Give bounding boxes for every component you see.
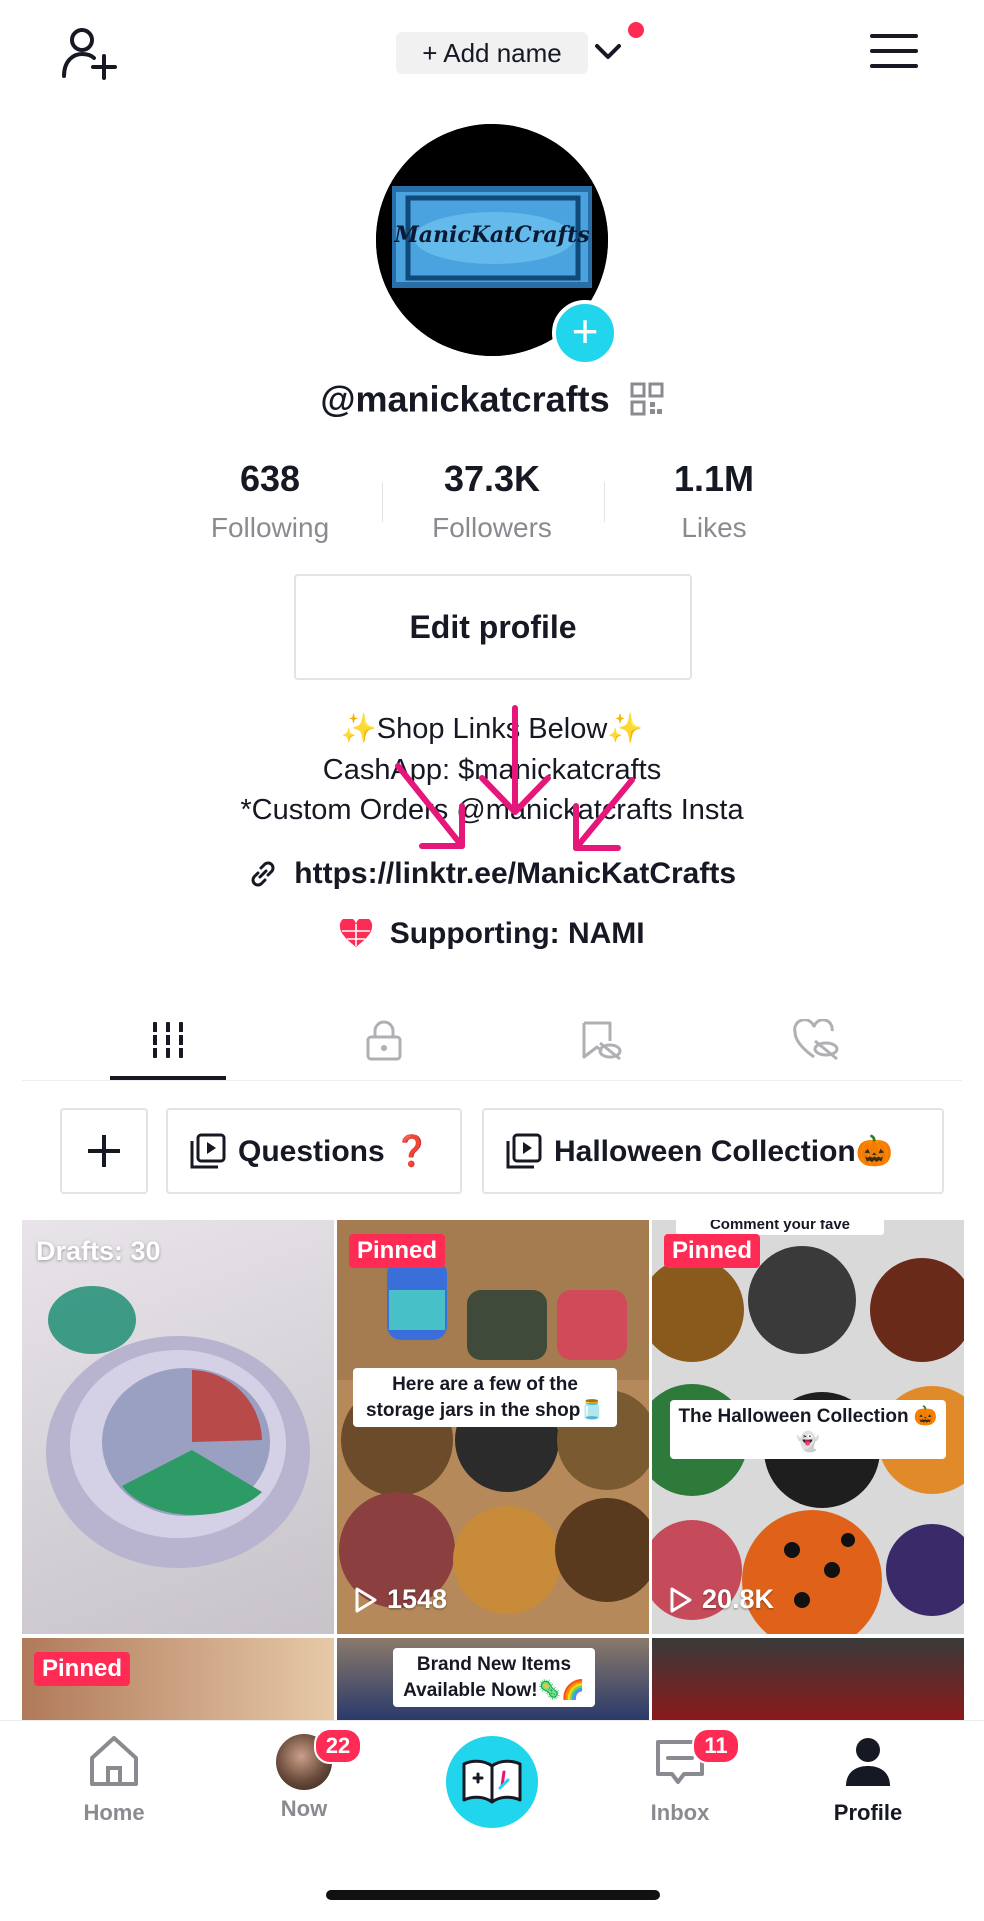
view-count-text: 20.8K (702, 1584, 775, 1614)
playlist-icon (506, 1133, 542, 1169)
following-count: 638 (239, 458, 301, 499)
username-text: @manickatcrafts (320, 378, 610, 420)
play-icon (355, 1587, 377, 1612)
pinned-badge: Pinned (349, 1234, 446, 1268)
stat-likes[interactable]: 1.1M Likes (604, 458, 824, 544)
likes-label: Likes (681, 512, 747, 543)
tab-saved[interactable] (492, 1008, 708, 1072)
plus-icon (88, 1135, 120, 1167)
active-tab-indicator (110, 1076, 226, 1080)
tab-private[interactable] (276, 1008, 492, 1072)
play-icon (670, 1587, 692, 1612)
edit-profile-button[interactable]: Edit profile (294, 574, 692, 680)
view-count-text: 1548 (387, 1584, 448, 1614)
profile-icon (846, 1738, 890, 1786)
username: @manickatcrafts (0, 376, 984, 420)
stat-followers[interactable]: 37.3K Followers (382, 458, 602, 544)
home-icon (90, 1736, 138, 1786)
following-label: Following (210, 512, 330, 543)
logo-text: ManicKatCrafts (394, 222, 590, 248)
view-count: 20.8K (666, 1584, 774, 1615)
video-tile[interactable]: Pinned (22, 1638, 334, 1720)
video-tile[interactable] (652, 1638, 964, 1720)
nav-now-label: Now (280, 1796, 328, 1821)
menu-icon[interactable] (870, 34, 918, 74)
tab-liked[interactable] (708, 1008, 924, 1072)
drafts-label: Drafts: 30 (36, 1236, 161, 1266)
video-caption-top: Comment your fave (676, 1220, 884, 1235)
video-caption: Here are a few of the storage jars in th… (353, 1368, 617, 1428)
video-tile[interactable]: Brand New Items Available Now!🦠🌈 (337, 1638, 649, 1720)
link-icon (251, 861, 275, 887)
add-name-button[interactable]: + Add name (396, 32, 588, 74)
nav-profile-label: Profile (833, 1800, 903, 1825)
stat-following[interactable]: 638 Following (160, 458, 380, 544)
video-tile[interactable]: Comment your fave Pinned The Halloween C… (652, 1220, 964, 1634)
tab-videos[interactable] (60, 1008, 276, 1072)
chevron-down-icon[interactable] (592, 36, 624, 68)
add-avatar-button[interactable]: + (552, 300, 618, 366)
book-icon (462, 1759, 522, 1804)
grid-icon (148, 1022, 188, 1058)
notification-dot (628, 22, 644, 38)
annotation-arrows (395, 705, 635, 851)
pinned-badge: Pinned (34, 1652, 131, 1686)
followers-count: 37.3K (443, 458, 541, 499)
now-badge: 22 (314, 1728, 362, 1764)
bio-link[interactable]: https://linktr.ee/ManicKatCrafts (0, 856, 984, 891)
nav-home[interactable]: Home (44, 1734, 184, 1826)
nav-inbox-label: Inbox (650, 1800, 710, 1825)
playlist-halloween[interactable]: Halloween Collection🎃 (482, 1108, 944, 1194)
qr-code-icon[interactable] (630, 382, 664, 416)
bookmark-hidden-icon (582, 1021, 622, 1061)
nav-home-label: Home (83, 1800, 145, 1825)
create-button[interactable] (446, 1736, 538, 1828)
drafts-thumbnail (46, 1286, 310, 1568)
bio-link-text: https://linktr.ee/ManicKatCrafts (294, 857, 737, 891)
playlist-questions[interactable]: Questions ❓ (166, 1108, 462, 1194)
nav-profile[interactable]: Profile (798, 1734, 938, 1826)
likes-count: 1.1M (673, 458, 755, 499)
video-tile[interactable]: Pinned Here are a few of the storage jar… (337, 1220, 649, 1634)
home-indicator (326, 1890, 660, 1900)
view-count: 1548 (351, 1584, 447, 1615)
inbox-badge: 11 (692, 1728, 740, 1764)
top-bar: + Add name (0, 0, 984, 110)
supporting-row[interactable]: Supporting: NAMI (0, 916, 984, 951)
heart-hidden-icon (793, 1019, 839, 1061)
add-friend-icon[interactable] (58, 26, 118, 82)
supporting-text: Supporting: NAMI (389, 917, 645, 951)
video-caption: Brand New Items Available Now!🦠🌈 (393, 1648, 595, 1708)
pinned-badge: Pinned (664, 1234, 761, 1268)
drafts-tile[interactable]: Drafts: 30 (22, 1220, 334, 1634)
followers-label: Followers (432, 512, 552, 543)
playlist-icon (190, 1133, 226, 1169)
lock-icon (366, 1020, 402, 1061)
nonprofit-heart-icon (340, 917, 373, 948)
add-playlist-button[interactable] (60, 1108, 148, 1194)
playlist-questions-label: Questions ❓ (238, 1134, 431, 1168)
tab-divider (22, 1080, 962, 1081)
playlist-halloween-label: Halloween Collection🎃 (554, 1134, 894, 1168)
video-caption: The Halloween Collection 🎃👻 (670, 1400, 946, 1460)
